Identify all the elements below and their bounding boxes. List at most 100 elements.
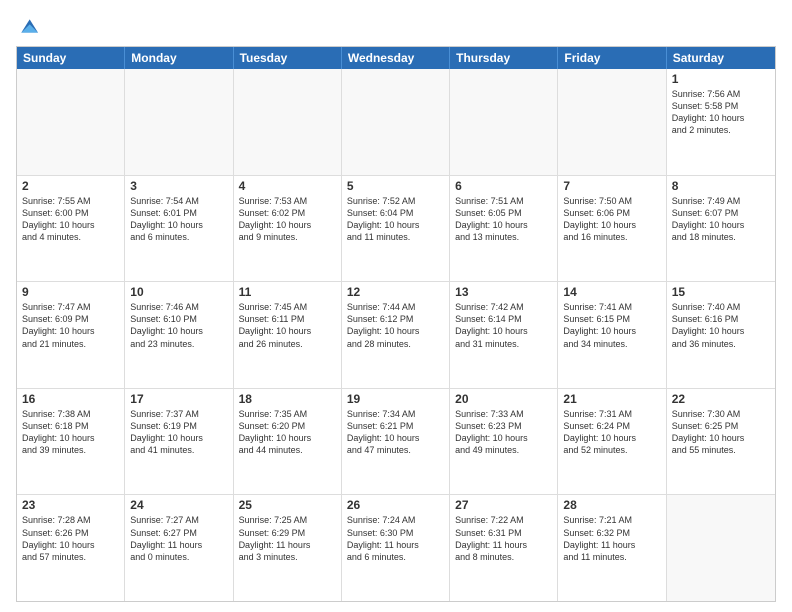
calendar-row-2: 2Sunrise: 7:55 AM Sunset: 6:00 PM Daylig… bbox=[17, 175, 775, 282]
day-cell-7: 7 Sunrise: 7:50 AM Sunset: 6:06 PM Daylig… bbox=[558, 176, 666, 282]
logo-text bbox=[16, 16, 38, 36]
day-cell-3: 3 Sunrise: 7:54 AM Sunset: 6:01 PM Daylig… bbox=[125, 176, 233, 282]
day-info: Sunrise: 7:42 AM Sunset: 6:14 PM Dayligh… bbox=[455, 301, 552, 350]
day-cell-26: 26 Sunrise: 7:24 AM Sunset: 6:30 PM Dayli… bbox=[342, 495, 450, 601]
day-cell-20: 20 Sunrise: 7:33 AM Sunset: 6:23 PM Dayli… bbox=[450, 389, 558, 495]
calendar-header: SundayMondayTuesdayWednesdayThursdayFrid… bbox=[17, 47, 775, 69]
day-info: Sunrise: 7:49 AM Sunset: 6:07 PM Dayligh… bbox=[672, 195, 770, 244]
day-number: 27 bbox=[455, 498, 552, 512]
header bbox=[16, 16, 776, 36]
day-info: Sunrise: 7:28 AM Sunset: 6:26 PM Dayligh… bbox=[22, 514, 119, 563]
day-info: Sunrise: 7:41 AM Sunset: 6:15 PM Dayligh… bbox=[563, 301, 660, 350]
header-cell-thursday: Thursday bbox=[450, 47, 558, 69]
day-cell-2: 2Sunrise: 7:55 AM Sunset: 6:00 PM Daylig… bbox=[17, 176, 125, 282]
day-info: Sunrise: 7:21 AM Sunset: 6:32 PM Dayligh… bbox=[563, 514, 660, 563]
day-number: 14 bbox=[563, 285, 660, 299]
day-info: Sunrise: 7:45 AM Sunset: 6:11 PM Dayligh… bbox=[239, 301, 336, 350]
day-number: 6 bbox=[455, 179, 552, 193]
calendar-row-4: 16 Sunrise: 7:38 AM Sunset: 6:18 PM Dayli… bbox=[17, 388, 775, 495]
day-cell-15: 15Sunrise: 7:40 AM Sunset: 6:16 PM Dayli… bbox=[667, 282, 775, 388]
day-number: 7 bbox=[563, 179, 660, 193]
day-number: 20 bbox=[455, 392, 552, 406]
day-number: 12 bbox=[347, 285, 444, 299]
day-info: Sunrise: 7:54 AM Sunset: 6:01 PM Dayligh… bbox=[130, 195, 227, 244]
day-cell-28: 28 Sunrise: 7:21 AM Sunset: 6:32 PM Dayli… bbox=[558, 495, 666, 601]
day-number: 9 bbox=[22, 285, 119, 299]
day-cell-9: 9 Sunrise: 7:47 AM Sunset: 6:09 PM Daylig… bbox=[17, 282, 125, 388]
day-cell-25: 25 Sunrise: 7:25 AM Sunset: 6:29 PM Dayli… bbox=[234, 495, 342, 601]
day-number: 25 bbox=[239, 498, 336, 512]
calendar-row-3: 9 Sunrise: 7:47 AM Sunset: 6:09 PM Daylig… bbox=[17, 281, 775, 388]
day-number: 21 bbox=[563, 392, 660, 406]
day-cell-14: 14 Sunrise: 7:41 AM Sunset: 6:15 PM Dayli… bbox=[558, 282, 666, 388]
day-number: 5 bbox=[347, 179, 444, 193]
day-cell-5: 5 Sunrise: 7:52 AM Sunset: 6:04 PM Daylig… bbox=[342, 176, 450, 282]
header-cell-monday: Monday bbox=[125, 47, 233, 69]
day-info: Sunrise: 7:34 AM Sunset: 6:21 PM Dayligh… bbox=[347, 408, 444, 457]
day-cell-19: 19 Sunrise: 7:34 AM Sunset: 6:21 PM Dayli… bbox=[342, 389, 450, 495]
calendar: SundayMondayTuesdayWednesdayThursdayFrid… bbox=[16, 46, 776, 602]
header-cell-saturday: Saturday bbox=[667, 47, 775, 69]
day-info: Sunrise: 7:50 AM Sunset: 6:06 PM Dayligh… bbox=[563, 195, 660, 244]
header-cell-tuesday: Tuesday bbox=[234, 47, 342, 69]
day-cell-21: 21 Sunrise: 7:31 AM Sunset: 6:24 PM Dayli… bbox=[558, 389, 666, 495]
empty-cell bbox=[17, 69, 125, 175]
day-info: Sunrise: 7:56 AM Sunset: 5:58 PM Dayligh… bbox=[672, 88, 770, 137]
day-number: 10 bbox=[130, 285, 227, 299]
day-cell-17: 17 Sunrise: 7:37 AM Sunset: 6:19 PM Dayli… bbox=[125, 389, 233, 495]
empty-cell bbox=[342, 69, 450, 175]
day-info: Sunrise: 7:25 AM Sunset: 6:29 PM Dayligh… bbox=[239, 514, 336, 563]
day-info: Sunrise: 7:35 AM Sunset: 6:20 PM Dayligh… bbox=[239, 408, 336, 457]
day-info: Sunrise: 7:24 AM Sunset: 6:30 PM Dayligh… bbox=[347, 514, 444, 563]
day-cell-18: 18 Sunrise: 7:35 AM Sunset: 6:20 PM Dayli… bbox=[234, 389, 342, 495]
day-number: 24 bbox=[130, 498, 227, 512]
empty-cell bbox=[667, 495, 775, 601]
logo bbox=[16, 16, 38, 36]
calendar-row-1: 1 Sunrise: 7:56 AM Sunset: 5:58 PM Daylig… bbox=[17, 69, 775, 175]
header-cell-wednesday: Wednesday bbox=[342, 47, 450, 69]
header-cell-friday: Friday bbox=[558, 47, 666, 69]
day-info: Sunrise: 7:53 AM Sunset: 6:02 PM Dayligh… bbox=[239, 195, 336, 244]
header-cell-sunday: Sunday bbox=[17, 47, 125, 69]
day-number: 3 bbox=[130, 179, 227, 193]
day-number: 17 bbox=[130, 392, 227, 406]
empty-cell bbox=[234, 69, 342, 175]
calendar-body: 1 Sunrise: 7:56 AM Sunset: 5:58 PM Daylig… bbox=[17, 69, 775, 601]
empty-cell bbox=[558, 69, 666, 175]
day-info: Sunrise: 7:33 AM Sunset: 6:23 PM Dayligh… bbox=[455, 408, 552, 457]
day-number: 11 bbox=[239, 285, 336, 299]
day-number: 2 bbox=[22, 179, 119, 193]
day-info: Sunrise: 7:47 AM Sunset: 6:09 PM Dayligh… bbox=[22, 301, 119, 350]
day-info: Sunrise: 7:30 AM Sunset: 6:25 PM Dayligh… bbox=[672, 408, 770, 457]
day-info: Sunrise: 7:22 AM Sunset: 6:31 PM Dayligh… bbox=[455, 514, 552, 563]
day-cell-13: 13 Sunrise: 7:42 AM Sunset: 6:14 PM Dayli… bbox=[450, 282, 558, 388]
day-cell-8: 8 Sunrise: 7:49 AM Sunset: 6:07 PM Daylig… bbox=[667, 176, 775, 282]
calendar-row-5: 23Sunrise: 7:28 AM Sunset: 6:26 PM Dayli… bbox=[17, 494, 775, 601]
day-cell-23: 23Sunrise: 7:28 AM Sunset: 6:26 PM Dayli… bbox=[17, 495, 125, 601]
day-number: 26 bbox=[347, 498, 444, 512]
day-number: 16 bbox=[22, 392, 119, 406]
page: SundayMondayTuesdayWednesdayThursdayFrid… bbox=[0, 0, 792, 612]
day-number: 4 bbox=[239, 179, 336, 193]
day-number: 28 bbox=[563, 498, 660, 512]
day-number: 8 bbox=[672, 179, 770, 193]
day-cell-10: 10Sunrise: 7:46 AM Sunset: 6:10 PM Dayli… bbox=[125, 282, 233, 388]
day-info: Sunrise: 7:52 AM Sunset: 6:04 PM Dayligh… bbox=[347, 195, 444, 244]
day-number: 19 bbox=[347, 392, 444, 406]
day-cell-11: 11 Sunrise: 7:45 AM Sunset: 6:11 PM Dayli… bbox=[234, 282, 342, 388]
day-cell-6: 6 Sunrise: 7:51 AM Sunset: 6:05 PM Daylig… bbox=[450, 176, 558, 282]
day-number: 13 bbox=[455, 285, 552, 299]
day-info: Sunrise: 7:51 AM Sunset: 6:05 PM Dayligh… bbox=[455, 195, 552, 244]
day-info: Sunrise: 7:37 AM Sunset: 6:19 PM Dayligh… bbox=[130, 408, 227, 457]
day-info: Sunrise: 7:31 AM Sunset: 6:24 PM Dayligh… bbox=[563, 408, 660, 457]
day-cell-27: 27 Sunrise: 7:22 AM Sunset: 6:31 PM Dayli… bbox=[450, 495, 558, 601]
empty-cell bbox=[450, 69, 558, 175]
day-cell-16: 16 Sunrise: 7:38 AM Sunset: 6:18 PM Dayli… bbox=[17, 389, 125, 495]
day-cell-4: 4 Sunrise: 7:53 AM Sunset: 6:02 PM Daylig… bbox=[234, 176, 342, 282]
day-cell-12: 12Sunrise: 7:44 AM Sunset: 6:12 PM Dayli… bbox=[342, 282, 450, 388]
day-info: Sunrise: 7:27 AM Sunset: 6:27 PM Dayligh… bbox=[130, 514, 227, 563]
day-cell-1: 1 Sunrise: 7:56 AM Sunset: 5:58 PM Daylig… bbox=[667, 69, 775, 175]
day-number: 1 bbox=[672, 72, 770, 86]
day-number: 18 bbox=[239, 392, 336, 406]
day-info: Sunrise: 7:38 AM Sunset: 6:18 PM Dayligh… bbox=[22, 408, 119, 457]
